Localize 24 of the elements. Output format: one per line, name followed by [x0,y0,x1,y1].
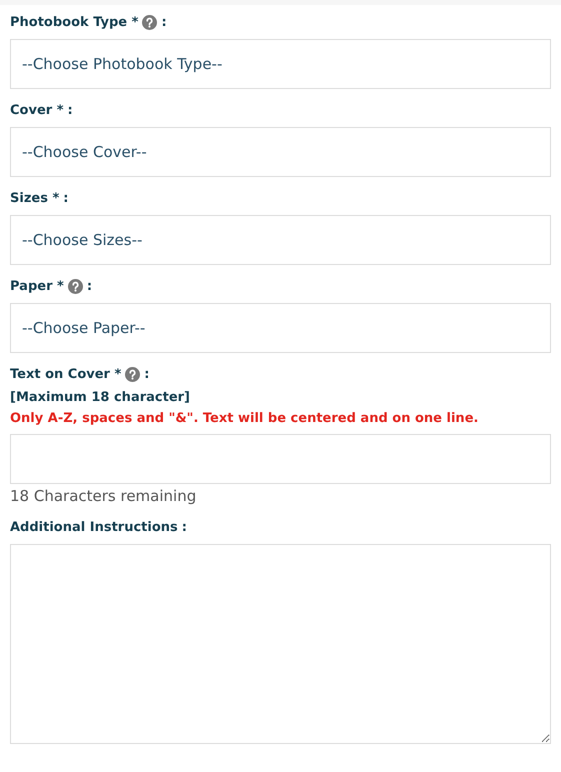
label-colon: : [86,279,92,294]
select-field[interactable]: --Choose Cover-- [10,127,551,177]
field-label: Cover * [10,103,64,118]
input-field[interactable] [10,434,551,484]
help-icon[interactable] [68,279,83,294]
select-field[interactable]: --Choose Sizes-- [10,215,551,265]
label-colon: : [68,103,73,118]
help-icon[interactable] [142,15,158,30]
label-colon: : [161,15,167,30]
field-warning: Only A-Z, spaces and "&". Text will be centered and on one line. [10,410,480,428]
field-label: Text on Cover * [10,367,122,382]
field-label: Photobook Type * [10,15,138,30]
label-colon: : [63,191,68,206]
label-colon: : [144,367,150,382]
field-label: Additional Instructions [10,520,178,535]
field-label: Sizes * [10,191,60,206]
textarea-field[interactable] [10,544,551,744]
help-icon[interactable] [125,367,140,382]
field-label: Paper * [10,279,64,294]
character-counter: 18 Characters remaining [10,486,198,506]
select-field[interactable]: --Choose Photobook Type-- [10,39,551,89]
field-hint: [Maximum 18 character] [10,389,191,407]
select-field[interactable]: --Choose Paper-- [10,303,551,353]
label-colon: : [182,520,187,535]
